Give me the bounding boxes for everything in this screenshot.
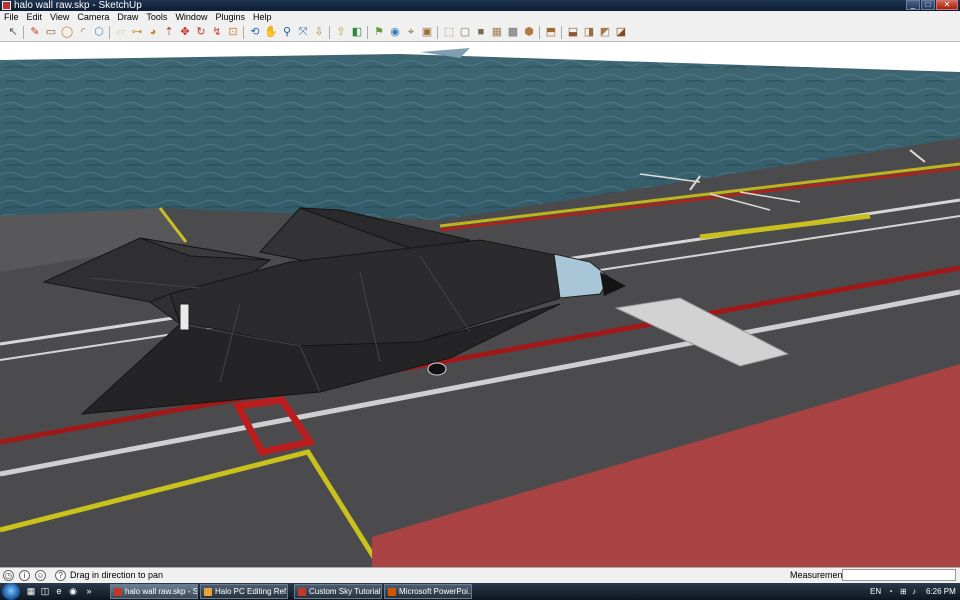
shaded-style-tool[interactable]: ■	[474, 25, 488, 39]
taskbar-button[interactable]: Halo PC Editing Ref...	[200, 584, 288, 599]
follow-me-tool[interactable]: ↯	[210, 25, 224, 39]
tool-bar: ↖ ✎ ▭ ◯ ◜ ⬡ ▱ ⊶ ◕ ⇡ ✥ ↻ ↯ ⊡ ⟲ ✋ ⚲ ⤧ ⇩ ⇧ ◧ ⚑ ◉ ⌖ ▣ ⬚ ▢ ■ ▦ ▩ ⬢ ⬒ ⬓ ◨ ◩ ◪	[0, 23, 960, 42]
credits-icon[interactable]: i	[19, 570, 30, 581]
toolbar-separator	[329, 26, 330, 39]
show-desktop-icon[interactable]: ▦	[26, 586, 36, 596]
scene-canvas[interactable]	[0, 42, 960, 567]
menu-camera[interactable]: Camera	[73, 11, 113, 23]
wireframe-style-tool[interactable]: ⬚	[442, 25, 456, 39]
ie-icon[interactable]: e	[54, 586, 64, 596]
circle-tool[interactable]: ◯	[60, 25, 74, 39]
menu-window[interactable]: Window	[171, 11, 211, 23]
toolbar-separator	[23, 26, 24, 39]
toolbar-separator	[367, 26, 368, 39]
orbit-tool[interactable]: ⟲	[248, 25, 262, 39]
task-app-icon	[388, 588, 396, 596]
x-ray-style-tool[interactable]: ▣	[420, 25, 434, 39]
line-tool[interactable]: ✎	[28, 25, 42, 39]
minimize-button[interactable]: _	[906, 0, 920, 10]
task-label: halo wall raw.skp - S...	[125, 587, 198, 596]
toolbar-separator	[561, 26, 562, 39]
hidden-line-style-tool[interactable]: ▢	[458, 25, 472, 39]
landing-gear-wheel	[427, 362, 447, 376]
toolbar-separator	[243, 26, 244, 39]
geolocation-icon[interactable]: ◷	[3, 570, 14, 581]
menu-view[interactable]: View	[46, 11, 73, 23]
shaded-textures-style-tool[interactable]: ▦	[490, 25, 504, 39]
taskbar-button[interactable]: halo wall raw.skp - S...	[110, 584, 198, 599]
get-models-tool[interactable]: ⇩	[312, 25, 326, 39]
make-component-tool[interactable]: ⬡	[92, 25, 106, 39]
right-view-tool[interactable]: ◨	[582, 25, 596, 39]
walk-tool[interactable]: ⚑	[372, 25, 386, 39]
status-hint: Drag in direction to pan	[70, 570, 164, 580]
measurements-label: Measurements	[790, 570, 850, 580]
rotate-tool[interactable]: ↻	[194, 25, 208, 39]
maximize-button[interactable]: □	[921, 0, 935, 10]
top-view-tool[interactable]: ⬒	[544, 25, 558, 39]
taskbar-button[interactable]: Custom Sky Tutorial...	[294, 584, 382, 599]
tape-measure-tool[interactable]: ⊶	[130, 25, 144, 39]
switch-windows-icon[interactable]: ◫	[40, 586, 50, 596]
menu-bar: File Edit View Camera Draw Tools Window …	[0, 11, 960, 23]
pan-tool[interactable]: ✋	[264, 25, 278, 39]
section-plane-tool[interactable]: ◧	[350, 25, 364, 39]
iso-view-tool[interactable]: ⬢	[522, 25, 536, 39]
window-title: halo wall raw.skp - SketchUp	[14, 0, 142, 11]
measurements-input[interactable]	[842, 569, 956, 581]
toolbar-separator	[109, 26, 110, 39]
sketchup-app-icon[interactable]	[2, 1, 11, 10]
paint-bucket-tool[interactable]: ◕	[146, 25, 160, 39]
task-app-icon	[298, 588, 306, 596]
volume-icon[interactable]: ♪	[912, 583, 916, 600]
task-label: Microsoft PowerPoi...	[399, 587, 472, 596]
chrome-icon[interactable]: ◉	[68, 586, 78, 596]
windows-taskbar: ▦ ◫ e ◉ » halo wall raw.skp - S... Halo P…	[0, 583, 960, 600]
clock[interactable]: 6:26 PM	[926, 583, 956, 600]
menu-file[interactable]: File	[0, 11, 23, 23]
menu-plugins[interactable]: Plugins	[211, 11, 249, 23]
title-bar: halo wall raw.skp - SketchUp _ □ ✕	[0, 0, 960, 11]
help-icon[interactable]: ?	[55, 570, 66, 581]
rectangle-tool[interactable]: ▭	[44, 25, 58, 39]
task-label: Halo PC Editing Ref...	[215, 587, 288, 596]
arc-tool[interactable]: ◜	[76, 25, 90, 39]
language-indicator[interactable]: EN	[870, 583, 881, 600]
left-view-tool[interactable]: ◪	[614, 25, 628, 39]
offset-tool[interactable]: ⊡	[226, 25, 240, 39]
push-pull-tool[interactable]: ⇡	[162, 25, 176, 39]
start-button[interactable]	[2, 583, 20, 600]
system-tray: EN ◔ ⊞ ♪ 6:26 PM	[862, 583, 960, 600]
move-tool[interactable]: ✥	[178, 25, 192, 39]
menu-help[interactable]: Help	[249, 11, 276, 23]
landing-gear-rear	[179, 303, 190, 331]
task-app-icon	[114, 588, 122, 596]
close-button[interactable]: ✕	[936, 0, 958, 10]
status-bar: ◷ i ☺ ? Drag in direction to pan Measure…	[0, 567, 960, 583]
look-around-tool[interactable]: ◉	[388, 25, 402, 39]
task-app-icon	[204, 588, 212, 596]
select-tool[interactable]: ↖	[6, 25, 20, 39]
monochrome-style-tool[interactable]: ▩	[506, 25, 520, 39]
back-view-tool[interactable]: ◩	[598, 25, 612, 39]
toolbar-separator	[437, 26, 438, 39]
toolbar-separator	[539, 26, 540, 39]
model-viewport[interactable]	[0, 42, 960, 567]
menu-edit[interactable]: Edit	[23, 11, 47, 23]
menu-tools[interactable]: Tools	[142, 11, 171, 23]
user-icon[interactable]: ☺	[35, 570, 46, 581]
taskbar-button[interactable]: Microsoft PowerPoi...	[384, 584, 472, 599]
menu-draw[interactable]: Draw	[113, 11, 142, 23]
task-label: Custom Sky Tutorial...	[309, 587, 382, 596]
help-tray-icon[interactable]: ◔	[888, 583, 893, 600]
network-icon[interactable]: ⊞	[900, 583, 907, 600]
share-model-tool[interactable]: ⇧	[334, 25, 348, 39]
position-camera-tool[interactable]: ⌖	[404, 25, 418, 39]
quicklaunch-chevron-icon[interactable]: »	[84, 586, 94, 596]
zoom-tool[interactable]: ⚲	[280, 25, 294, 39]
front-view-tool[interactable]: ⬓	[566, 25, 580, 39]
eraser-tool[interactable]: ▱	[114, 25, 128, 39]
zoom-extents-tool[interactable]: ⤧	[296, 25, 310, 39]
